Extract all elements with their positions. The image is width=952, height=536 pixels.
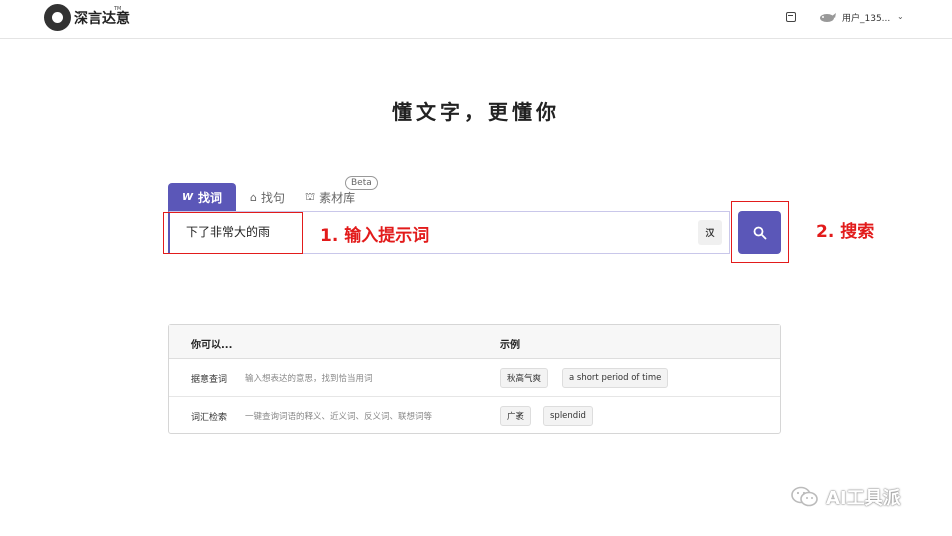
tab-find-sentence[interactable]: ⌂ 找句 (244, 183, 291, 211)
logo[interactable]: 深言达意 TM (44, 4, 130, 31)
column-header: 你可以... (191, 340, 233, 351)
annotation-box-search (731, 201, 789, 263)
feature-description: 输入想表达的意思，找到恰当用词 (245, 374, 373, 384)
tab-label: 找词 (198, 190, 223, 205)
tab-material-library[interactable]: ⛫ 素材库 Beta (299, 176, 378, 211)
watermark-text: AI工具派 (826, 488, 901, 509)
calendar-icon[interactable] (786, 12, 796, 22)
chevron-down-icon[interactable]: ⌄ (897, 12, 904, 21)
sentence-icon: ⌂ (250, 190, 257, 204)
example-chip[interactable]: splendid (543, 406, 593, 426)
tab-find-word[interactable]: W 找词 (168, 183, 236, 211)
library-icon: ⛫ (305, 189, 316, 203)
logo-text: 深言达意 (74, 10, 130, 27)
feature-description: 一键查询词语的释义、近义词、反义词、联想词等 (245, 412, 433, 422)
trademark-mark: TM (114, 6, 122, 12)
page-slogan: 懂文字，更懂你 (392, 100, 560, 124)
table-row: 词汇检索 一键查询词语的释义、近义词、反义词、联想词等 广袤 splendid (169, 397, 780, 435)
annotation-step2: 2. 搜索 (816, 222, 875, 242)
tab-label: 找句 (260, 190, 285, 205)
feature-name: 词汇检索 (191, 413, 228, 423)
annotation-box-input (163, 212, 303, 254)
table-row: 据意查词 输入想表达的意思，找到恰当用词 秋高气爽 a short period… (169, 359, 780, 397)
whale-avatar-icon[interactable] (818, 11, 836, 23)
column-header: 示例 (500, 340, 520, 351)
example-chip[interactable]: 秋高气爽 (500, 368, 549, 388)
search-tabs: W 找词 ⌂ 找句 ⛫ 素材库 Beta (168, 176, 378, 211)
tab-label: 素材库 (319, 190, 356, 205)
translate-icon: 汉 (705, 229, 715, 239)
top-header: 深言达意 TM 用户_135... ⌄ (0, 0, 952, 39)
watermark: AI工具派 (790, 484, 901, 510)
username[interactable]: 用户_135... (842, 11, 890, 24)
annotation-step1: 1. 输入提示词 (320, 226, 430, 246)
beta-badge: Beta (345, 176, 378, 190)
usage-table: 你可以... 示例 据意查词 输入想表达的意思，找到恰当用词 秋高气爽 a sh… (168, 324, 781, 434)
wechat-icon (791, 486, 818, 507)
feature-name: 据意查词 (191, 375, 228, 385)
table-header: 你可以... 示例 (169, 325, 780, 359)
example-chip[interactable]: a short period of time (562, 368, 669, 388)
logo-mark-icon (44, 4, 71, 31)
word-icon: W (181, 191, 193, 203)
translate-toggle-button[interactable]: 汉 (698, 220, 722, 245)
example-chip[interactable]: 广袤 (500, 406, 532, 426)
